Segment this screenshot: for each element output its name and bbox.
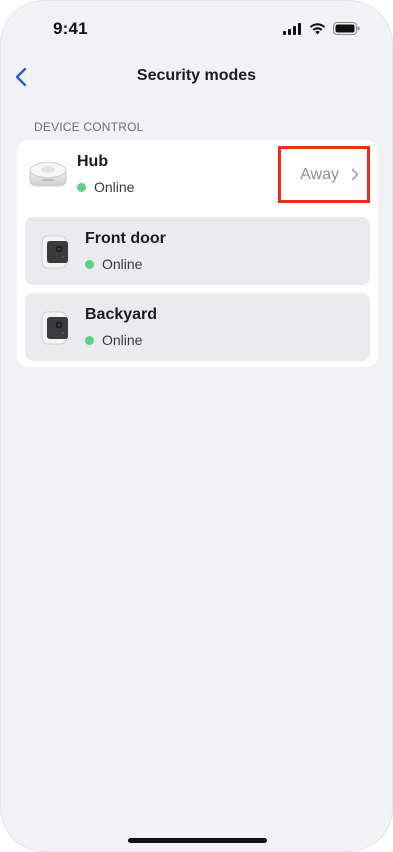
camera-device-icon — [41, 311, 68, 345]
device-row-front-door[interactable]: Front door Online — [25, 217, 370, 285]
camera-device-icon — [41, 235, 68, 269]
status-time: 9:41 — [53, 19, 88, 38]
device-status-label: Online — [102, 256, 143, 272]
battery-icon — [333, 22, 360, 35]
device-status-label: Online — [94, 179, 135, 195]
status-icons — [283, 22, 360, 35]
online-status-dot — [85, 335, 94, 345]
device-row-hub[interactable]: Hub Online Away — [17, 140, 378, 212]
status-bar: 9:41 — [1, 1, 392, 55]
wifi-icon — [309, 22, 326, 34]
home-indicator[interactable] — [128, 838, 267, 843]
device-status: Online — [85, 256, 142, 272]
security-mode-label: Away — [300, 165, 339, 183]
device-list-card: Hub Online Away Front door Online Backya… — [17, 140, 378, 367]
device-status-label: Online — [102, 332, 143, 348]
device-status: Online — [77, 179, 134, 195]
hub-device-icon — [29, 162, 67, 187]
device-status: Online — [85, 332, 142, 348]
navigation-bar: Security modes — [1, 57, 392, 97]
chevron-right-icon — [351, 168, 359, 181]
device-name: Front door — [85, 230, 166, 247]
phone-screen: 9:41 Security modes DEVICE CONTROL Hub O… — [0, 0, 393, 852]
device-name: Backyard — [85, 306, 158, 323]
device-row-backyard[interactable]: Backyard Online — [25, 293, 370, 361]
online-status-dot — [77, 182, 86, 192]
device-name: Hub — [77, 153, 109, 170]
online-status-dot — [85, 259, 94, 269]
security-mode-selector[interactable]: Away — [278, 146, 370, 203]
cellular-signal-icon — [283, 22, 301, 35]
page-title: Security modes — [136, 67, 257, 84]
section-header: DEVICE CONTROL — [34, 120, 144, 134]
